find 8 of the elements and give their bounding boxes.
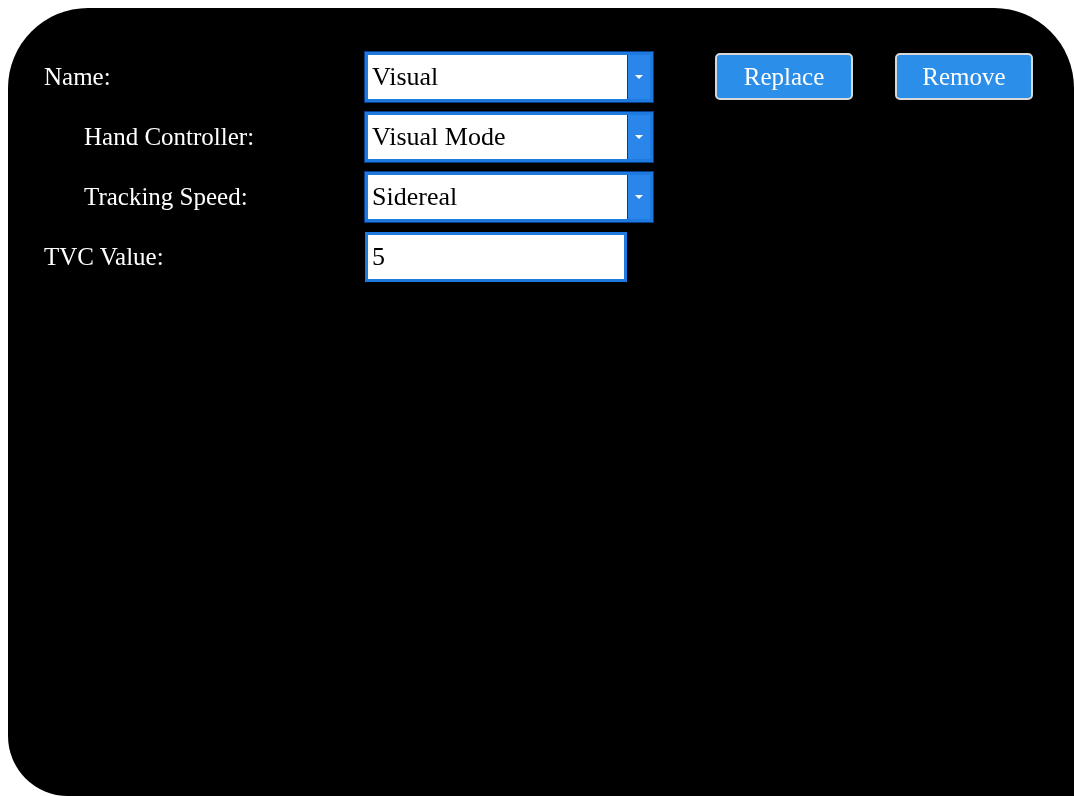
field-label: Tracking Speed: [83,183,249,211]
field-label: TVC Value: [44,243,165,271]
dropdown[interactable]: Sidereal [365,172,653,222]
field-label: Hand Controller: [83,123,256,151]
dropdown[interactable]: Visual [365,52,653,102]
input-field[interactable]: 5 [365,232,627,282]
field-label: Name: [44,63,112,91]
dropdown[interactable]: Visual Mode [365,112,653,162]
